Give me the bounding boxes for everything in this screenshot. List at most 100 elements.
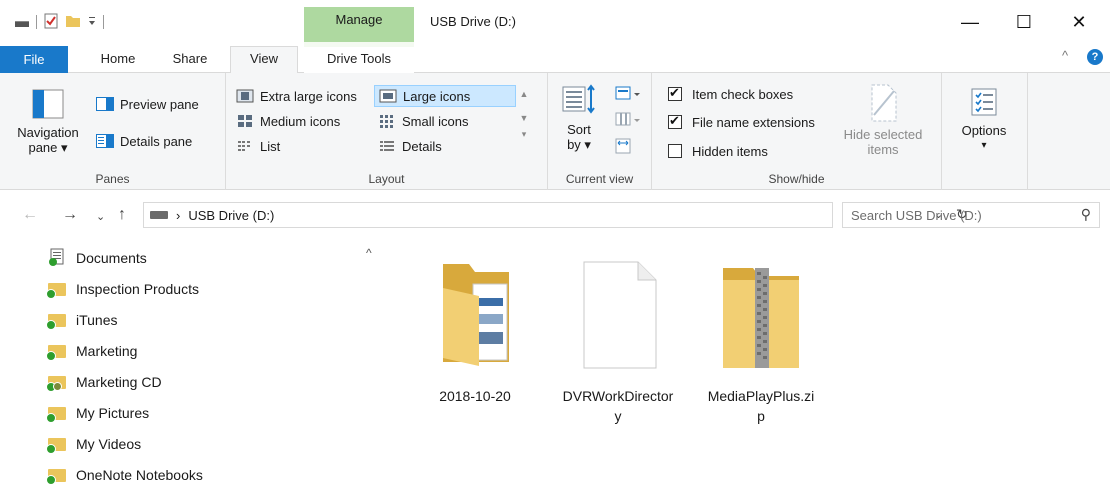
layout-group-label: Layout <box>368 172 405 186</box>
add-columns-icon[interactable] <box>614 111 640 132</box>
small-icons-icon <box>380 115 393 128</box>
nav-item-my-videos[interactable]: My Videos <box>46 429 141 459</box>
nav-item-inspection-products[interactable]: Inspection Products <box>46 274 199 304</box>
tab-home[interactable]: Home <box>88 47 148 73</box>
file-name-extensions-label: File name extensions <box>692 114 815 130</box>
details-label: Details <box>402 138 442 154</box>
navigation-pane: ^ Documents Inspection Products iTunes M… <box>0 240 384 485</box>
collapse-ribbon-icon[interactable]: ^ <box>1062 48 1068 63</box>
options-dropdown-icon: ▾ <box>981 140 987 151</box>
toolbar-separator <box>103 15 104 29</box>
folder-icon <box>425 258 525 376</box>
details-pane-label: Details pane <box>120 133 193 149</box>
small-icons-label: Small icons <box>402 113 469 129</box>
navigation-pane-label-2: pane ▾ <box>28 140 68 155</box>
breadcrumb-location[interactable]: USB Drive (D:) <box>188 208 274 223</box>
ribbon: Navigation pane ▾ Preview pane Details p… <box>0 73 1110 190</box>
minimize-button[interactable]: — <box>947 8 993 36</box>
customize-toolbar-icon[interactable] <box>87 14 97 31</box>
navigation-pane-button[interactable]: Navigation pane ▾ <box>6 81 90 155</box>
title-bar: Manage USB Drive (D:) — ☐ ✕ <box>0 0 1110 42</box>
recent-locations-chevron-icon[interactable]: ⌄ <box>96 210 105 223</box>
scroll-up-icon[interactable]: ▲ <box>516 89 532 99</box>
navigation-pane-label: Navigation <box>17 125 79 140</box>
nav-item-label: OneNote Notebooks <box>76 467 203 483</box>
options-button[interactable]: Options ▾ <box>946 87 1022 153</box>
hide-selected-items-button[interactable]: Hide selected items <box>836 83 930 157</box>
file-name-extensions-toggle[interactable]: File name extensions <box>668 111 815 133</box>
scroll-down-icon[interactable]: ▼ <box>516 113 532 123</box>
item-check-boxes-checkbox[interactable] <box>668 85 682 101</box>
nav-item-marketing-cd[interactable]: Marketing CD <box>46 367 162 397</box>
properties-icon[interactable] <box>43 13 59 32</box>
search-input[interactable]: Search USB Drive (D:) ⚲ <box>842 202 1100 228</box>
tab-manage[interactable]: Manage <box>304 7 414 42</box>
search-icon[interactable]: ⚲ <box>1081 206 1091 223</box>
tab-drive-tools[interactable]: Drive Tools <box>304 47 414 73</box>
group-by-icon[interactable] <box>614 85 640 106</box>
small-icons-option[interactable]: Small icons <box>374 110 472 132</box>
preview-pane-icon <box>96 97 114 111</box>
back-arrow-icon[interactable]: ← <box>22 206 38 224</box>
details-option[interactable]: Details <box>374 135 446 157</box>
medium-icons-icon <box>238 115 252 127</box>
hide-selected-label: Hide selected <box>843 127 923 142</box>
up-arrow-icon[interactable]: ↑ <box>118 206 126 224</box>
hidden-items-checkbox[interactable] <box>668 144 682 158</box>
nav-item-onenote-notebooks[interactable]: OneNote Notebooks <box>46 460 203 485</box>
hidden-items-toggle[interactable]: Hidden items <box>668 140 768 162</box>
scroll-up-icon[interactable]: ^ <box>366 246 372 260</box>
maximize-button[interactable]: ☐ <box>1001 8 1047 36</box>
large-icons-option[interactable]: Large icons <box>374 85 516 107</box>
large-icons-icon <box>379 89 397 103</box>
navigation-pane-icon <box>32 89 64 119</box>
details-view-icon <box>380 141 394 151</box>
details-pane-icon <box>96 134 114 148</box>
nav-item-label: iTunes <box>76 312 118 328</box>
size-columns-icon[interactable] <box>614 137 634 160</box>
synced-folder-icon <box>46 436 66 454</box>
preview-pane-button[interactable]: Preview pane <box>96 93 199 115</box>
tab-share[interactable]: Share <box>160 47 220 73</box>
details-pane-button[interactable]: Details pane <box>96 130 192 152</box>
nav-item-label: My Pictures <box>76 405 150 421</box>
synced-folder-icon <box>46 281 66 299</box>
new-folder-icon[interactable] <box>65 13 81 32</box>
extra-large-icons-label: Extra large icons <box>260 88 357 104</box>
zip-folder-icon <box>711 258 811 376</box>
nav-item-marketing[interactable]: Marketing <box>46 336 138 366</box>
forward-arrow-icon[interactable]: → <box>62 206 78 224</box>
item-check-boxes-toggle[interactable]: Item check boxes <box>668 83 793 105</box>
nav-item-my-pictures[interactable]: My Pictures <box>46 398 150 428</box>
medium-icons-option[interactable]: Medium icons <box>232 110 344 132</box>
options-label: Options <box>961 123 1007 138</box>
tab-file[interactable]: File <box>0 46 68 73</box>
layout-gallery-scroller[interactable]: ▲ ▼ ▾ <box>516 85 532 161</box>
file-item-zip[interactable]: MediaPlayPlus.zi p <box>702 258 820 426</box>
address-bar[interactable]: › USB Drive (D:) ⌄ ↻ <box>143 202 968 228</box>
drive-icon[interactable] <box>14 13 30 32</box>
file-item-blank[interactable]: DVRWorkDirector y <box>559 258 677 426</box>
item-check-boxes-label: Item check boxes <box>692 86 794 102</box>
tab-view[interactable]: View <box>230 46 298 73</box>
nav-item-documents[interactable]: Documents <box>48 243 147 273</box>
list-option[interactable]: List <box>232 135 284 157</box>
extra-large-icons-icon <box>236 89 254 103</box>
list-label: List <box>260 138 281 154</box>
sort-by-button[interactable]: Sort by ▾ <box>556 83 602 152</box>
file-name-extensions-checkbox[interactable] <box>668 113 682 129</box>
current-view-group: Sort by ▾ Current view <box>548 73 652 190</box>
nav-item-label: Marketing <box>76 343 138 359</box>
file-item-folder[interactable]: 2018-10-20 <box>416 258 534 406</box>
panes-group-label: Panes <box>95 172 130 186</box>
help-icon[interactable]: ? <box>1087 49 1103 65</box>
breadcrumb-separator[interactable]: › <box>176 208 180 223</box>
extra-large-icons-option[interactable]: Extra large icons <box>232 85 361 107</box>
sort-by-label: Sort <box>567 122 591 137</box>
nav-item-itunes[interactable]: iTunes <box>46 305 118 335</box>
close-button[interactable]: ✕ <box>1056 8 1102 36</box>
medium-icons-label: Medium icons <box>260 113 341 129</box>
expand-gallery-icon[interactable]: ▾ <box>516 129 532 140</box>
show-hide-group: Item check boxes File name extensions Hi… <box>652 73 942 190</box>
options-group: Options ▾ <box>942 73 1028 190</box>
